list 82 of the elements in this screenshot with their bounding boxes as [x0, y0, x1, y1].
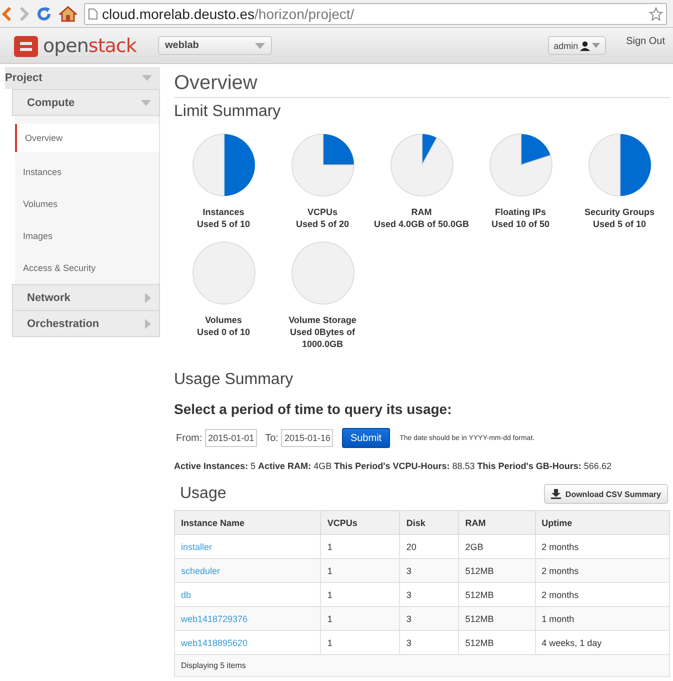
home-icon[interactable] [59, 6, 77, 22]
column-header: VCPUs [320, 510, 400, 534]
bookmark-star-icon[interactable] [649, 6, 663, 20]
logo-text: openstack [43, 34, 136, 56]
table-cell: 1 month [535, 606, 670, 630]
download-icon [551, 489, 562, 499]
free-slice [390, 134, 453, 196]
limit-usage: Used 4.0GB of 50.0GB [372, 218, 470, 230]
project-dropdown[interactable]: weblab [158, 36, 272, 55]
table-cell: 3 [400, 558, 459, 582]
limit-name: Volumes [204, 314, 243, 326]
instance-link[interactable]: db [181, 590, 192, 600]
table-cell: 1 [320, 606, 400, 630]
table-cell: 512MB [458, 558, 536, 582]
address-bar[interactable]: cloud.morelab.deusto.es/horizon/project/ [84, 2, 667, 24]
column-header: Instance Name [174, 510, 321, 534]
limit-name: RAM [410, 206, 433, 218]
caret-down-icon [141, 100, 151, 106]
free-slice [588, 134, 620, 196]
used-slice [620, 134, 650, 196]
section-title: Usage [180, 484, 226, 504]
limit-usage: Used 0 of 10 [196, 326, 252, 338]
limit-usage: Used 5 of 20 [294, 218, 350, 230]
table-footer: Displaying 5 items [174, 654, 670, 676]
limit-name: Security Groups [583, 206, 656, 218]
instance-link[interactable]: installer [181, 542, 212, 552]
user-dropdown[interactable]: admin [548, 36, 606, 55]
limit-usage: Used 0Bytes of 1000.0GB [288, 326, 356, 350]
table-cell: 1 [320, 558, 400, 582]
table-cell: 2 months [535, 558, 670, 582]
page-title: Overview [174, 70, 670, 98]
limit-name: Volume Storage [288, 314, 358, 326]
caret-right-icon [145, 318, 151, 328]
column-header: RAM [458, 510, 536, 534]
used-slice [224, 134, 254, 196]
used-slice [322, 134, 354, 165]
sidebar-group-header[interactable]: Orchestration [12, 311, 160, 337]
limit-name: Instances [202, 206, 246, 218]
form-heading: Select a period of time to query its usage: [174, 400, 453, 418]
instance-link[interactable]: web1418895620 [181, 638, 248, 648]
section-title: Usage Summary [174, 370, 294, 390]
to-date-field[interactable]: 2015-01-16 [281, 429, 334, 447]
to-label: To: [265, 432, 278, 444]
table-cell: 512MB [458, 606, 536, 630]
sidebar-item[interactable]: Images [15, 220, 159, 252]
limit-usage: Used 10 of 50 [490, 218, 551, 230]
caret-icon [255, 42, 265, 48]
caret-right-icon [145, 292, 151, 302]
free-slice [291, 134, 354, 196]
caret-icon [142, 75, 152, 81]
reload-icon[interactable] [36, 6, 52, 22]
page-icon [88, 8, 98, 20]
caret-icon [592, 43, 600, 48]
from-date-field[interactable]: 2015-01-01 [205, 429, 258, 447]
user-icon [580, 40, 590, 50]
free-slice [489, 134, 552, 196]
free-slice [291, 242, 354, 304]
sidebar-item[interactable]: Overview [15, 124, 159, 152]
from-label: From: [176, 432, 202, 444]
free-slice [192, 134, 224, 196]
free-slice [192, 242, 255, 304]
sidebar-group-header[interactable]: Compute [12, 89, 160, 116]
limit-name: VCPUs [306, 206, 338, 218]
back-icon[interactable] [2, 6, 12, 20]
limit-usage: Used 5 of 10 [592, 218, 648, 230]
sidebar-panel-header[interactable]: Project [5, 67, 160, 89]
used-slice [520, 134, 550, 165]
limit-usage: Used 5 of 10 [196, 218, 252, 230]
section-title: Limit Summary [174, 102, 282, 122]
sidebar-item[interactable]: Volumes [15, 188, 159, 220]
submit-button[interactable]: Submit [342, 428, 390, 448]
limit-name: Floating IPs [494, 206, 547, 218]
column-header: Uptime [535, 510, 670, 534]
openstack-logo-icon [13, 34, 39, 58]
sidebar-group-header[interactable]: Network [12, 284, 160, 311]
sign-out-link[interactable]: Sign Out [626, 36, 665, 47]
sidebar-item[interactable]: Access & Security [15, 252, 159, 284]
download-csv-button[interactable]: Download CSV Summary [544, 484, 668, 504]
sidebar-item[interactable]: Instances [15, 156, 159, 188]
usage-stats: Active Instances: 5 Active RAM: 4GB This Period's VCPU-Hours: 88.53 This Period's GB-Hours: 566.62 [174, 461, 612, 471]
table-cell: 3 [400, 606, 459, 630]
column-header: Disk [400, 510, 459, 534]
